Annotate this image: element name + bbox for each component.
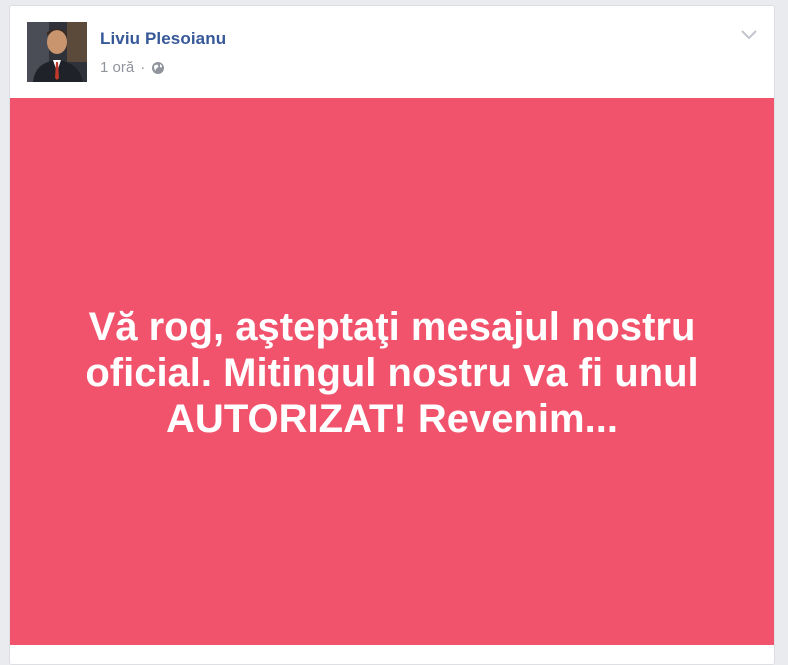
post-text-banner: Vă rog, aşteptaţi mesajul nostru oficial… [10, 98, 774, 645]
post-meta: 1 oră · [100, 59, 165, 76]
author-avatar[interactable] [27, 22, 87, 82]
chevron-down-icon[interactable] [738, 26, 760, 44]
banner-message: Vă rog, aşteptaţi mesajul nostru oficial… [85, 304, 699, 441]
post-card: Liviu Plesoianu 1 oră · Vă rog, aşteptaţ… [9, 5, 775, 665]
post-timestamp[interactable]: 1 oră [100, 59, 134, 76]
globe-icon[interactable] [151, 61, 165, 75]
author-name-link[interactable]: Liviu Plesoianu [100, 29, 226, 49]
profile-photo-icon [27, 22, 87, 82]
meta-separator: · [140, 59, 146, 76]
post-header: Liviu Plesoianu 1 oră · [10, 6, 774, 98]
